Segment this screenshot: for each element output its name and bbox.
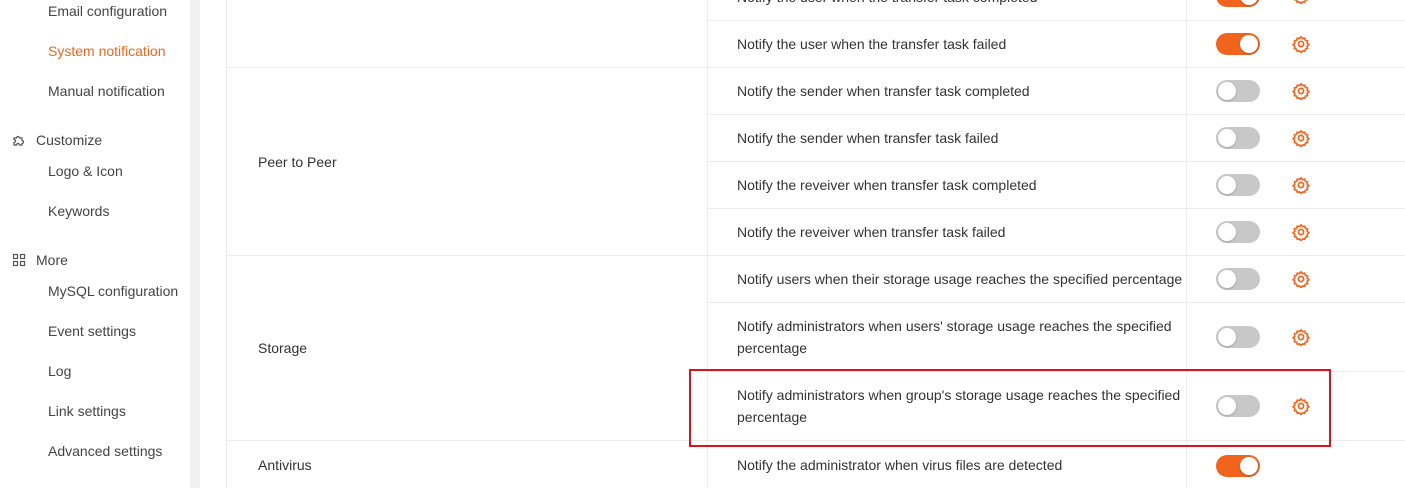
sidebar-item-link-settings[interactable]: Link settings: [48, 400, 126, 440]
sidebar-item-logo-icon[interactable]: Logo & Icon: [48, 160, 123, 200]
settings-gear-icon[interactable]: [1292, 0, 1310, 4]
notification-toggle[interactable]: [1216, 174, 1260, 196]
notification-toggle[interactable]: [1216, 326, 1260, 348]
toggle-knob: [1218, 270, 1236, 288]
notification-toggle[interactable]: [1216, 221, 1260, 243]
toggle-knob: [1240, 0, 1258, 5]
sidebar-item-keywords[interactable]: Keywords: [48, 200, 109, 240]
notification-description: Notify the user when the transfer task c…: [737, 0, 1187, 8]
notification-toggle[interactable]: [1216, 455, 1260, 477]
settings-gear-icon[interactable]: [1292, 397, 1310, 415]
sidebar-group-customize[interactable]: Customize: [12, 120, 102, 160]
settings-gear-icon[interactable]: [1292, 270, 1310, 288]
puzzle-icon: [12, 133, 26, 147]
grid-icon: [12, 253, 26, 267]
toggle-knob: [1240, 35, 1258, 53]
notification-description: Notify the sender when transfer task fai…: [737, 130, 999, 146]
toggle-knob: [1218, 176, 1236, 194]
notification-description: Notify the reveiver when transfer task c…: [737, 177, 1037, 193]
sidebar-item-log[interactable]: Log: [48, 360, 71, 400]
sidebar-item-event-settings[interactable]: Event settings: [48, 320, 136, 360]
notification-description: Notify users when their storage usage re…: [737, 271, 1183, 287]
settings-gear-icon[interactable]: [1292, 176, 1310, 194]
sidebar-group-label: More: [36, 252, 68, 268]
main-content: Peer to Peer Storage Antivirus Notify th…: [200, 0, 1405, 488]
sidebar-group-more[interactable]: More: [12, 240, 68, 280]
toggle-knob: [1218, 397, 1236, 415]
settings-gear-icon[interactable]: [1292, 35, 1310, 53]
notification-toggle[interactable]: [1216, 127, 1260, 149]
sidebar-item-manual-notification[interactable]: Manual notification: [48, 80, 165, 120]
notification-rows: Notify the user when the transfer task c…: [226, 0, 1405, 488]
settings-gear-icon[interactable]: [1292, 328, 1310, 346]
settings-gear-icon[interactable]: [1292, 223, 1310, 241]
settings-gear-icon[interactable]: [1292, 129, 1310, 147]
notification-toggle[interactable]: [1216, 268, 1260, 290]
notification-description: Notify the administrator when virus file…: [737, 457, 1063, 473]
sidebar: Email configuration System notification …: [0, 0, 190, 488]
notification-description: Notify the sender when transfer task com…: [737, 83, 1030, 99]
notification-description: Notify administrators when users' storag…: [737, 318, 1172, 356]
notification-toggle[interactable]: [1216, 80, 1260, 102]
notification-toggle[interactable]: [1216, 395, 1260, 417]
notification-description: Notify the user when the transfer task f…: [737, 36, 1007, 52]
notification-toggle[interactable]: [1216, 0, 1260, 7]
sidebar-scrollbar-track[interactable]: [190, 0, 200, 488]
sidebar-item-email-configuration[interactable]: Email configuration: [48, 0, 167, 40]
sidebar-group-label: Customize: [36, 132, 103, 148]
toggle-knob: [1218, 82, 1236, 100]
notification-description: Notify administrators when group's stora…: [737, 387, 1181, 425]
sidebar-item-advanced-settings[interactable]: Advanced settings: [48, 440, 162, 480]
sidebar-item-system-notification[interactable]: System notification: [48, 40, 166, 80]
settings-gear-icon[interactable]: [1292, 82, 1310, 100]
notification-toggle[interactable]: [1216, 33, 1260, 55]
toggle-knob: [1218, 223, 1236, 241]
toggle-knob: [1240, 457, 1258, 475]
toggle-knob: [1218, 129, 1236, 147]
sidebar-item-mysql-configuration[interactable]: MySQL configuration: [48, 280, 178, 320]
notification-description: Notify the reveiver when transfer task f…: [737, 224, 1006, 240]
toggle-knob: [1218, 328, 1236, 346]
